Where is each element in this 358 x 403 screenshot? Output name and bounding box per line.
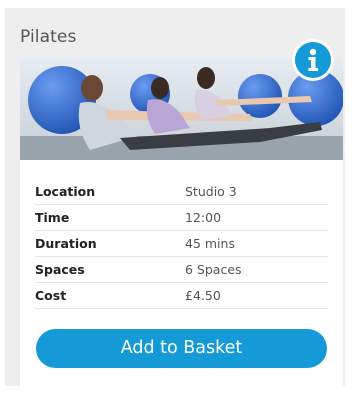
spaces-value: 6 Spaces (185, 256, 328, 283)
location-label: Location (35, 179, 185, 205)
time-value: 12:00 (185, 204, 328, 231)
location-value: Studio 3 (185, 179, 328, 205)
class-title: Pilates (20, 27, 77, 47)
cost-label: Cost (35, 282, 185, 309)
add-to-basket-button[interactable]: Add to Basket (36, 329, 327, 368)
duration-value: 45 mins (185, 230, 328, 257)
table-row: Duration 45 mins (35, 230, 328, 257)
time-label: Time (35, 204, 185, 231)
cost-value: £4.50 (185, 282, 328, 309)
duration-label: Duration (35, 230, 185, 257)
table-row: Cost £4.50 (35, 282, 328, 309)
info-button[interactable] (292, 39, 334, 81)
info-icon (295, 42, 331, 78)
details-panel: Location Studio 3 Time 12:00 Duration 45… (20, 160, 343, 386)
table-row: Location Studio 3 (35, 179, 328, 205)
table-row: Time 12:00 (35, 204, 328, 231)
class-card: Pilates Location Studio 3 Time 12:00 Dur… (5, 8, 345, 386)
table-row: Spaces 6 Spaces (35, 256, 328, 283)
spaces-label: Spaces (35, 256, 185, 283)
details-table: Location Studio 3 Time 12:00 Duration 45… (35, 179, 328, 309)
